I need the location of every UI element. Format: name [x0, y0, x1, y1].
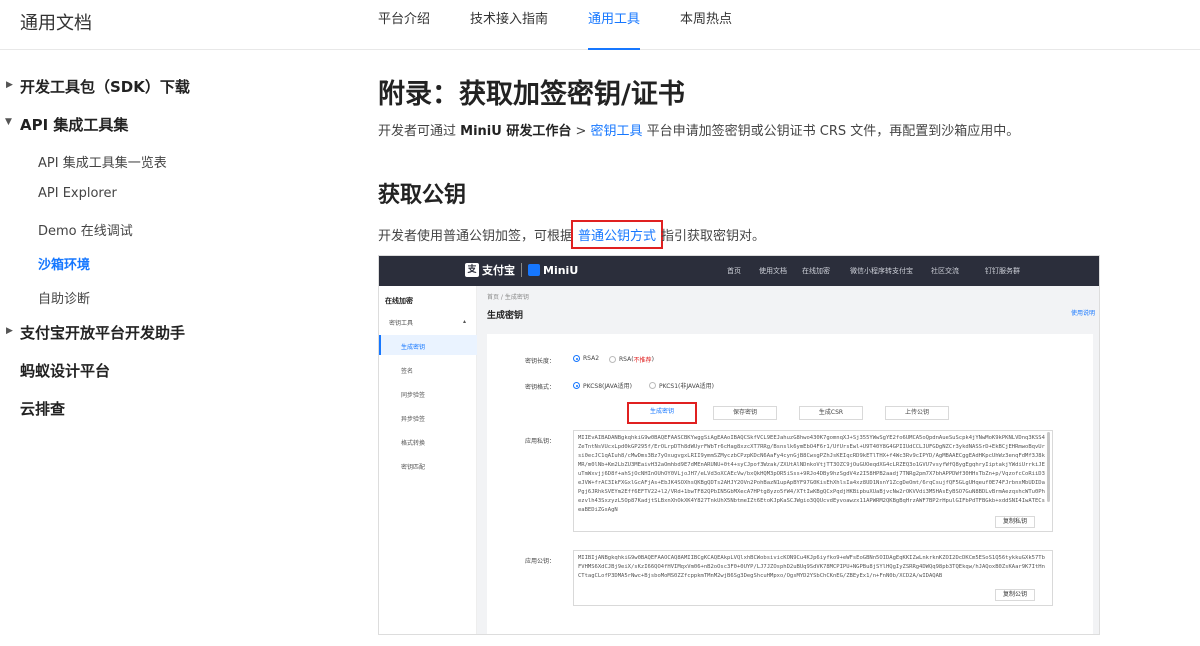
tab-tech-guide[interactable]: 技术接入指南 — [470, 0, 548, 50]
shot-form-panel: 密钥长度： RSA2 RSA(不推荐) 密钥格式： PKCS8(JAVA适用) … — [487, 334, 1093, 634]
radio-unchecked-icon — [649, 382, 656, 389]
shot-side-item: 生成密钥 — [401, 344, 426, 351]
sidebar-item-cloud-check[interactable]: 云排查 — [20, 398, 65, 419]
intro-text-end: 平台申请加签密钥或公钥证书 CRS 文件，再配置到沙箱应用中。 — [642, 124, 1020, 139]
tab-common-tools[interactable]: 通用工具 — [588, 0, 641, 50]
shot-side-active-bar — [379, 335, 381, 355]
copy-public-key-button: 复制公钥 — [995, 589, 1035, 601]
private-key-textarea: MIIEvAIBADANBgkqhkiG9w0BAQEFAASCBKYwggSi… — [573, 430, 1053, 532]
shot-breadcrumb: 首页 / 生成密钥 — [487, 294, 529, 301]
copy-private-key-button: 复制私钥 — [995, 516, 1035, 528]
radio-unchecked-icon — [609, 356, 616, 363]
public-key-textarea: MIIBIjANBgkqhkiG9w0BAQEFAAOCAQ8AMIIBCgKC… — [573, 550, 1053, 606]
shot-nav-community: 社区交流 — [931, 267, 959, 275]
shot-nav-docs: 使用文档 — [759, 267, 787, 275]
brand-title[interactable]: 通用文档 — [20, 9, 92, 35]
shot-logo-text2: MiniU — [543, 263, 579, 277]
shot-logo: 支 支付宝 MiniU — [465, 262, 578, 278]
shot-side-item: 签名 — [401, 368, 414, 375]
section-paragraph: 开发者使用普通公钥加签，可根据 普通公钥方式 指引获取密钥对。 — [378, 220, 765, 249]
sidebar-item-api-tools[interactable]: ▼ API 集成工具集 — [5, 114, 129, 135]
radio-label: RSA2 — [583, 355, 600, 362]
sidebar: ▶ 开发工具包（SDK）下载 ▼ API 集成工具集 API 集成工具集一览表 … — [0, 50, 280, 646]
radio-warning: 不推荐 — [633, 357, 652, 364]
shot-header: 支 支付宝 MiniU 首页 使用文档 在线加密 微信小程序转支付宝 社区交流 … — [379, 256, 1099, 286]
shot-nav-wechat: 微信小程序转支付宝 — [850, 267, 913, 275]
shot-side-title: 在线加密 — [385, 297, 413, 305]
section-title: 获取公钥 — [378, 183, 467, 208]
alipay-logo-icon: 支 — [465, 263, 479, 277]
shot-save-key-button: 保存密钥 — [713, 406, 777, 420]
tab-weekly-hot[interactable]: 本周热点 — [680, 0, 732, 50]
chevron-up-icon: ▴ — [463, 318, 467, 325]
public-key-method-link[interactable]: 普通公钥方式 — [578, 229, 656, 244]
radio-checked-icon — [573, 355, 580, 362]
top-nav: 平台介绍 技术接入指南 通用工具 本周热点 — [378, 0, 772, 50]
caret-right-icon: ▶ — [6, 80, 13, 90]
key-tool-link[interactable]: 密钥工具 — [591, 124, 643, 139]
key-format-label: 密钥格式： — [525, 384, 556, 391]
public-key-label: 应用公钥： — [525, 558, 556, 565]
sidebar-item-ant-design[interactable]: 蚂蚁设计平台 — [20, 360, 110, 381]
shot-generate-csr-button: 生成CSR — [799, 406, 863, 420]
caret-down-icon: ▼ — [5, 117, 12, 127]
page-title: 附录：获取加签密钥/证书 — [378, 79, 685, 110]
intro-bold-text: MiniU 研发工作台 — [460, 124, 572, 139]
radio-label: PKCS8(JAVA适用) — [583, 383, 632, 390]
key-length-label: 密钥长度： — [525, 358, 556, 365]
shot-logo-text: 支付宝 — [482, 264, 515, 277]
radio-pkcs1: PKCS1(非JAVA适用) — [649, 381, 714, 390]
tab-platform-intro[interactable]: 平台介绍 — [378, 0, 430, 50]
scrollbar — [1047, 432, 1050, 502]
highlight-box: 普通公钥方式 — [571, 220, 664, 249]
radio-checked-icon — [573, 382, 580, 389]
shot-side-item: 同步验签 — [401, 392, 426, 399]
sidebar-item-label: 开发工具包（SDK）下载 — [20, 78, 190, 96]
sidebar-item-assistant[interactable]: ▶ 支付宝开放平台开发助手 — [6, 322, 186, 343]
private-key-label: 应用私钥： — [525, 438, 556, 445]
sidebar-item-label: 支付宝开放平台开发助手 — [20, 324, 186, 342]
radio-label-end: ) — [651, 356, 654, 363]
shot-nav-encrypt: 在线加密 — [802, 267, 830, 275]
sidebar-subitem-api-overview[interactable]: API 集成工具集一览表 — [38, 152, 167, 171]
shot-side-group: 密钥工具 — [389, 320, 414, 327]
shot-sidebar: 在线加密 密钥工具 ▴ 生成密钥 签名 同步验签 异步验签 格式转换 密钥匹配 — [379, 286, 477, 634]
section-text: 开发者使用普通公钥加签，可根据 — [378, 229, 574, 244]
shot-help-link: 使用说明 — [1070, 310, 1095, 317]
radio-rsa: RSA(不推荐) — [609, 355, 654, 364]
section-text-end: 指引获取密钥对。 — [661, 229, 766, 244]
intro-paragraph: 开发者可通过 MiniU 研发工作台 > 密钥工具 平台申请加签密钥或公钥证书 … — [378, 120, 1019, 139]
sidebar-item-sdk[interactable]: ▶ 开发工具包（SDK）下载 — [6, 76, 190, 97]
sidebar-item-label: API 集成工具集 — [20, 116, 129, 134]
main-content: 附录：获取加签密钥/证书 开发者可通过 MiniU 研发工作台 > 密钥工具 平… — [280, 50, 1200, 646]
shot-side-item: 密钥匹配 — [401, 464, 426, 471]
caret-right-icon: ▶ — [6, 326, 13, 336]
shot-main: 首页 / 生成密钥 生成密钥 使用说明 密钥长度： RSA2 RSA(不推荐) … — [477, 286, 1099, 634]
logo-divider — [521, 263, 522, 277]
shot-nav-dingtalk: 钉钉服务群 — [985, 267, 1020, 275]
radio-label: RSA( — [619, 356, 634, 363]
shot-side-item: 格式转换 — [401, 440, 426, 447]
radio-label: PKCS1(非JAVA适用) — [659, 383, 714, 390]
shot-side-item: 异步验签 — [401, 416, 426, 423]
shot-generate-key-button: 生成密钥 — [627, 402, 697, 424]
intro-separator: > — [571, 124, 591, 139]
radio-pkcs8: PKCS8(JAVA适用) — [573, 381, 632, 390]
miniu-logo-icon — [528, 264, 540, 276]
shot-nav-home: 首页 — [727, 267, 741, 275]
shot-side-active-bg — [379, 335, 477, 355]
intro-text: 开发者可通过 — [378, 124, 461, 139]
embedded-screenshot: 支 支付宝 MiniU 首页 使用文档 在线加密 微信小程序转支付宝 社区交流 … — [378, 255, 1100, 635]
sidebar-subitem-self-diagnosis[interactable]: 自助诊断 — [38, 288, 90, 307]
sidebar-subitem-sandbox[interactable]: 沙箱环境 — [38, 254, 90, 273]
sidebar-subitem-api-explorer[interactable]: API Explorer — [38, 186, 117, 201]
sidebar-subitem-demo-debug[interactable]: Demo 在线调试 — [38, 220, 133, 239]
radio-rsa2: RSA2 — [573, 355, 599, 362]
top-bar: 通用文档 平台介绍 技术接入指南 通用工具 本周热点 — [0, 0, 1200, 50]
shot-upload-pubkey-button: 上传公钥 — [885, 406, 949, 420]
shot-title: 生成密钥 — [487, 311, 524, 321]
